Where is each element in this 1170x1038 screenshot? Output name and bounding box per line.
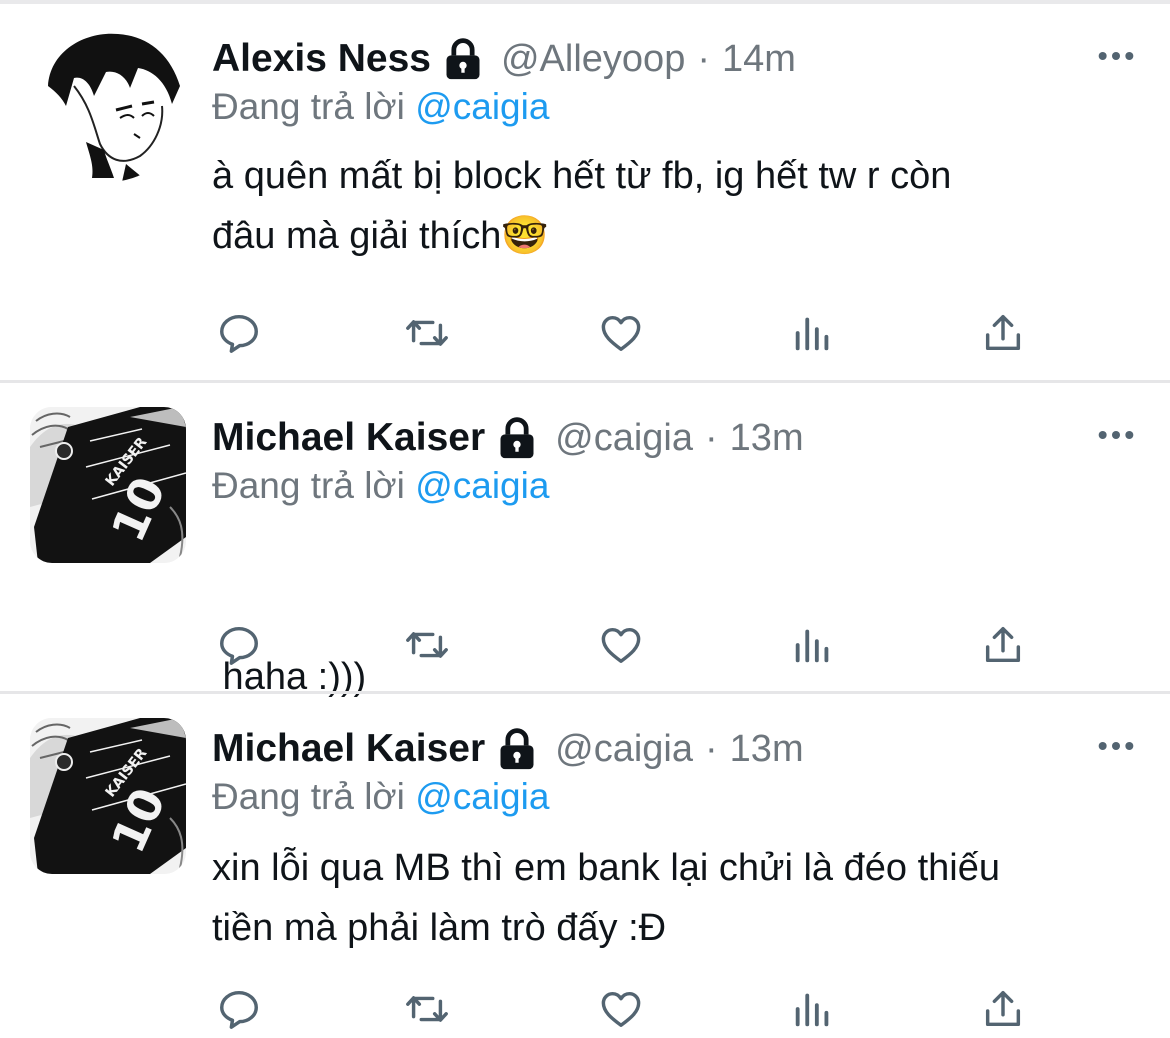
lock-icon — [500, 728, 534, 770]
lock-icon — [446, 38, 480, 80]
timestamp[interactable]: 13m — [730, 728, 804, 771]
tweet[interactable]: KAISER 10 Michael Kaiser @caigia · 13m Đ… — [0, 694, 1170, 1038]
action-bar — [212, 620, 1072, 670]
views-button[interactable] — [786, 984, 840, 1034]
views-button[interactable] — [786, 308, 840, 358]
share-button[interactable] — [976, 620, 1030, 670]
manga-avatar-icon — [30, 26, 186, 182]
tweet-header: Alexis Ness @Alleyoop · 14m — [212, 34, 1100, 84]
retweet-button[interactable] — [400, 620, 454, 670]
kaiser-avatar-icon: KAISER 10 — [30, 407, 186, 563]
tweet[interactable]: Alexis Ness @Alleyoop · 14m Đang trả lời… — [0, 0, 1170, 382]
avatar[interactable]: KAISER 10 — [30, 718, 186, 874]
separator-dot: · — [705, 416, 718, 459]
reply-button[interactable] — [212, 620, 266, 670]
more-options-icon — [1098, 742, 1134, 750]
like-button[interactable] — [594, 984, 648, 1034]
share-icon — [985, 314, 1021, 351]
retweet-icon — [406, 320, 448, 346]
share-icon — [985, 990, 1021, 1027]
display-name[interactable]: Michael Kaiser — [212, 416, 485, 460]
separator-dot: · — [697, 37, 710, 80]
reply-prefix: Đang trả lời — [212, 776, 405, 817]
avatar[interactable] — [30, 26, 186, 182]
like-icon — [601, 627, 641, 664]
timestamp[interactable]: 14m — [722, 38, 796, 81]
like-button[interactable] — [594, 308, 648, 358]
avatar[interactable]: KAISER 10 — [30, 407, 186, 563]
display-name[interactable]: Michael Kaiser — [212, 727, 485, 771]
more-options-button[interactable] — [1094, 413, 1138, 457]
reply-icon — [220, 314, 258, 353]
retweet-button[interactable] — [400, 984, 454, 1034]
more-options-button[interactable] — [1094, 34, 1138, 78]
retweet-icon — [406, 632, 448, 658]
reply-context: Đang trả lời @caigia — [212, 776, 549, 818]
views-icon — [795, 317, 829, 351]
tweet-text: à quên mất bị block hết từ fb, ig hết tw… — [212, 146, 1132, 266]
reply-mention-link[interactable]: @caigia — [415, 86, 549, 127]
tweet-text: xin lỗi qua MB thì em bank lại chửi là đ… — [212, 838, 1132, 958]
reply-prefix: Đang trả lời — [212, 465, 405, 506]
share-icon — [985, 626, 1021, 663]
kaiser-avatar-icon: KAISER 10 — [30, 718, 186, 874]
action-bar — [212, 308, 1072, 358]
more-options-icon — [1098, 52, 1134, 60]
more-options-icon — [1098, 431, 1134, 439]
share-button[interactable] — [976, 308, 1030, 358]
tweet-text-line: tiền mà phải làm trò đấy :Đ — [212, 907, 667, 949]
tweet-text-line: đâu mà giải thích🤓 — [212, 215, 549, 257]
lock-icon — [500, 417, 534, 459]
reply-mention-link[interactable]: @caigia — [415, 465, 549, 506]
tweet-header: Michael Kaiser @caigia · 13m — [212, 413, 1100, 463]
action-bar — [212, 984, 1072, 1034]
handle[interactable]: @Alleyoop — [501, 38, 685, 81]
reply-button[interactable] — [212, 308, 266, 358]
reply-mention-link[interactable]: @caigia — [415, 776, 549, 817]
reply-context: Đang trả lời @caigia — [212, 465, 549, 507]
reply-icon — [220, 626, 258, 665]
views-icon — [795, 993, 829, 1027]
display-name[interactable]: Alexis Ness — [212, 37, 431, 81]
tweet-text-line: à quên mất bị block hết từ fb, ig hết tw… — [212, 155, 952, 197]
reply-icon — [220, 990, 258, 1029]
like-button[interactable] — [594, 620, 648, 670]
share-button[interactable] — [976, 984, 1030, 1034]
retweet-button[interactable] — [400, 308, 454, 358]
handle[interactable]: @caigia — [555, 728, 693, 771]
timestamp[interactable]: 13m — [730, 417, 804, 460]
views-icon — [795, 629, 829, 663]
like-icon — [601, 315, 641, 352]
retweet-icon — [406, 996, 448, 1022]
like-icon — [601, 991, 641, 1028]
separator-dot: · — [705, 727, 718, 770]
more-options-button[interactable] — [1094, 724, 1138, 768]
tweet-text-line: xin lỗi qua MB thì em bank lại chửi là đ… — [212, 847, 1000, 889]
reply-prefix: Đang trả lời — [212, 86, 405, 127]
tweet[interactable]: KAISER 10 Michael Kaiser @caigia · 13m Đ… — [0, 383, 1170, 698]
views-button[interactable] — [786, 620, 840, 670]
reply-context: Đang trả lời @caigia — [212, 86, 549, 128]
tweet-header: Michael Kaiser @caigia · 13m — [212, 724, 1100, 774]
handle[interactable]: @caigia — [555, 417, 693, 460]
timeline: Alexis Ness @Alleyoop · 14m Đang trả lời… — [0, 0, 1170, 1038]
reply-button[interactable] — [212, 984, 266, 1034]
